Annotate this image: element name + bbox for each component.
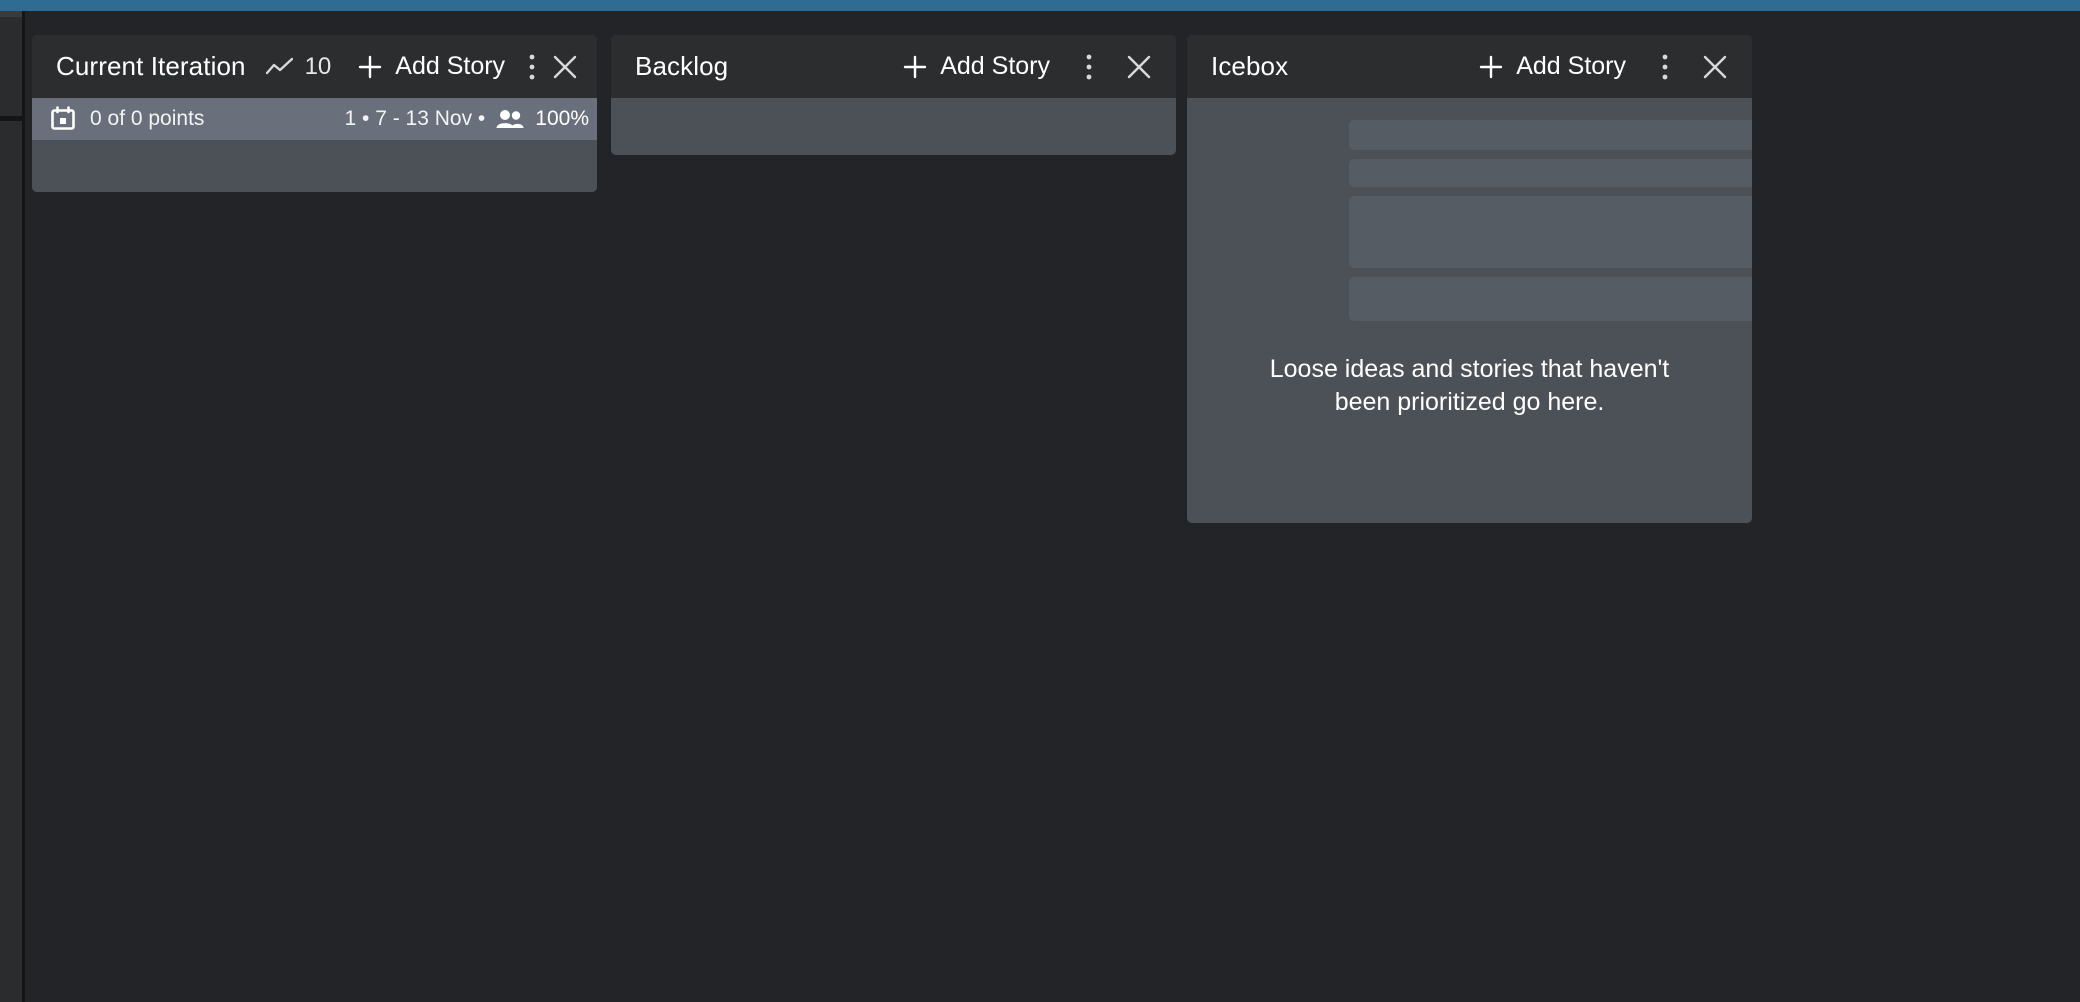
panel-header-backlog: Backlog Add Story <box>611 35 1176 98</box>
rail-divider <box>0 116 22 121</box>
skeleton-bar <box>1349 277 1752 321</box>
plus-icon <box>904 55 927 78</box>
panel-backlog: Backlog Add Story <box>611 35 1176 155</box>
panel-title-backlog: Backlog <box>635 51 729 81</box>
panel-icebox: Icebox Add Story Loose ideas and stories… <box>1187 35 1752 523</box>
add-story-button-backlog[interactable]: Add Story <box>902 52 1050 81</box>
close-icon[interactable] <box>1696 53 1734 81</box>
panel-current-iteration: Current Iteration 10 Add Story 0 of 0 po… <box>32 35 597 192</box>
panel-title-icebox: Icebox <box>1211 51 1289 81</box>
iteration-left-group: 0 of 0 points <box>50 106 204 132</box>
rail-top-segment <box>0 11 22 17</box>
panel-title-current-iteration: Current Iteration <box>56 51 246 81</box>
velocity-indicator[interactable]: 10 <box>265 52 332 81</box>
backlog-drop-area[interactable] <box>611 98 1176 155</box>
icebox-loading-skeleton <box>1349 120 1752 330</box>
iteration-summary-row[interactable]: 0 of 0 points 1 • 7 - 13 Nov • 100% <box>32 98 597 140</box>
people-icon <box>496 110 524 128</box>
icebox-empty-hint: Loose ideas and stories that haven't bee… <box>1187 353 1752 419</box>
close-icon[interactable] <box>551 53 579 81</box>
iteration-drop-area[interactable] <box>32 140 597 192</box>
panel-body-current-iteration: 0 of 0 points 1 • 7 - 13 Nov • 100% <box>32 98 597 192</box>
panel-header-current-iteration: Current Iteration 10 Add Story <box>32 35 597 98</box>
kebab-menu-icon[interactable] <box>527 53 537 81</box>
icebox-hint-line-1: Loose ideas and stories that haven't <box>1269 355 1670 383</box>
kebab-menu-icon[interactable] <box>1072 53 1106 81</box>
iteration-points: 0 of 0 points <box>90 107 205 130</box>
app-window: Current Iteration 10 Add Story 0 of 0 po… <box>0 0 2080 1002</box>
velocity-value: 10 <box>304 52 332 80</box>
panel-header-icebox: Icebox Add Story <box>1187 35 1752 98</box>
skeleton-bar <box>1349 159 1752 187</box>
iteration-right-group: 1 • 7 - 13 Nov • 100% <box>345 107 589 131</box>
panel-body-icebox[interactable]: Loose ideas and stories that haven't bee… <box>1187 98 1752 523</box>
skeleton-bar <box>1349 120 1752 150</box>
plus-icon <box>1480 55 1503 78</box>
left-navigation-rail[interactable] <box>0 11 22 1002</box>
trend-line-icon <box>265 57 293 74</box>
add-story-label: Add Story <box>395 52 506 80</box>
kebab-menu-icon[interactable] <box>1648 53 1682 81</box>
add-story-button-icebox[interactable]: Add Story <box>1478 52 1626 81</box>
iteration-date-range: 1 • 7 - 13 Nov • <box>344 107 486 130</box>
plus-icon <box>359 55 382 78</box>
add-story-button-current-iteration[interactable]: Add Story <box>357 52 505 81</box>
add-story-label: Add Story <box>940 52 1050 80</box>
skeleton-bar <box>1349 196 1752 268</box>
browser-chrome-strip <box>0 0 2080 11</box>
close-icon[interactable] <box>1120 53 1158 81</box>
story-board: Current Iteration 10 Add Story 0 of 0 po… <box>25 11 2080 1002</box>
icebox-hint-line-2: been prioritized go here. <box>1334 388 1605 416</box>
calendar-icon <box>51 106 75 130</box>
add-story-label: Add Story <box>1516 52 1626 80</box>
iteration-percent: 100% <box>535 107 589 130</box>
